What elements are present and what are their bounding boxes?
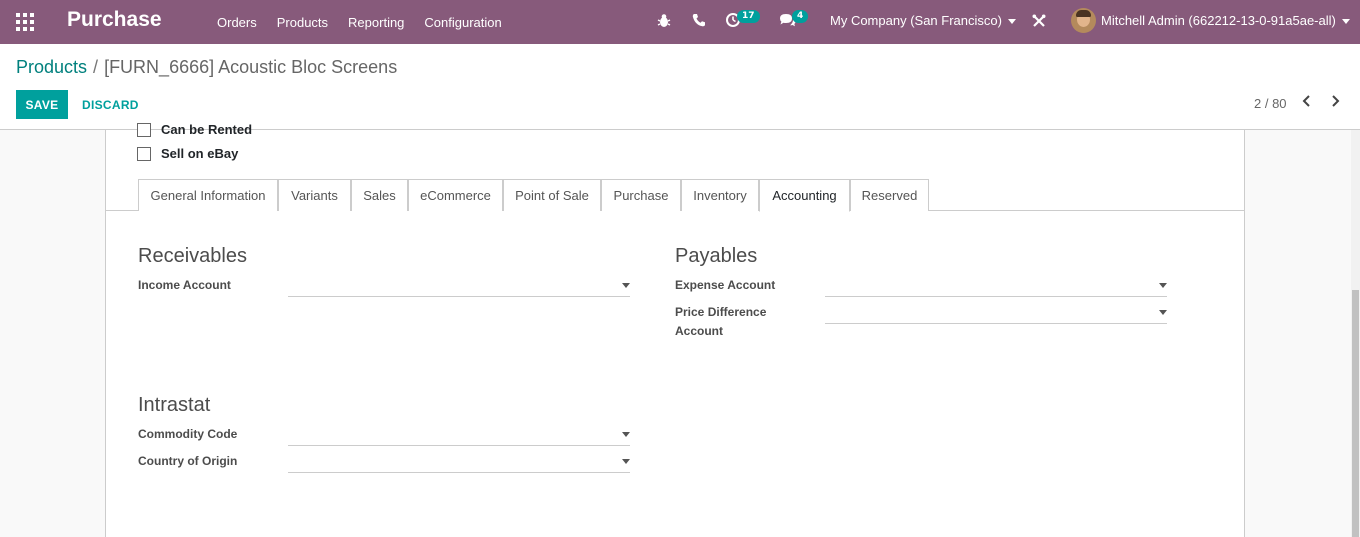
scrollbar[interactable] xyxy=(1351,130,1360,537)
control-panel: Products / [FURN_6666] Acoustic Bloc Scree… xyxy=(0,44,1360,130)
phone-icon[interactable] xyxy=(692,13,705,32)
activity-badge: 17 xyxy=(737,10,760,23)
receivables-title: Receivables xyxy=(138,245,247,267)
breadcrumb: Products / [FURN_6666] Acoustic Bloc Scree… xyxy=(16,57,397,78)
tab-reserved[interactable]: Reserved xyxy=(850,179,929,211)
tab-general-information[interactable]: General Information xyxy=(138,179,278,211)
checkbox-label: Sell on eBay xyxy=(161,146,239,161)
price-difference-label-line-2: Account xyxy=(675,324,723,338)
chevron-right-icon[interactable] xyxy=(1327,94,1343,112)
checkbox[interactable] xyxy=(137,146,151,161)
breadcrumb-separator: / xyxy=(93,57,99,77)
bug-icon[interactable] xyxy=(657,13,671,34)
menu-item-orders[interactable]: Orders xyxy=(207,15,267,30)
checkbox-label: Can be Rented xyxy=(161,122,253,137)
chevron-down-icon xyxy=(1007,19,1016,25)
company-name: My Company (San Francisco) xyxy=(830,13,1002,28)
menu-item-configuration[interactable]: Configuration xyxy=(414,15,511,30)
intrastat-title: Intrastat xyxy=(138,394,211,416)
company-switcher[interactable]: My Company (San Francisco) xyxy=(830,13,1016,28)
user-menu[interactable]: Mitchell Admin (662212-13-0-91a5ae-all) xyxy=(1101,13,1350,28)
tab-accounting[interactable]: Accounting xyxy=(759,179,850,212)
caret-down-icon[interactable] xyxy=(622,459,630,464)
caret-down-icon[interactable] xyxy=(1159,310,1167,315)
breadcrumb-products[interactable]: Products xyxy=(16,57,87,77)
tab-sales[interactable]: Sales xyxy=(351,179,408,211)
country-of-origin-field[interactable] xyxy=(288,453,630,473)
avatar[interactable] xyxy=(1071,8,1096,33)
caret-down-icon[interactable] xyxy=(622,283,630,288)
menu-item-reporting[interactable]: Reporting xyxy=(338,15,414,30)
checkbox[interactable] xyxy=(137,122,151,137)
app-title[interactable]: Purchase xyxy=(67,8,162,32)
caret-down-icon[interactable] xyxy=(1159,283,1167,288)
menu-item-products[interactable]: Products xyxy=(267,15,338,30)
main-menu: Orders Products Reporting Configuration xyxy=(207,0,512,44)
tab-purchase[interactable]: Purchase xyxy=(601,179,681,211)
chevron-left-icon[interactable] xyxy=(1299,94,1315,112)
notebook-tabs: General Information Variants Sales eComm… xyxy=(106,179,1244,212)
top-navbar: Purchase Orders Products Reporting Confi… xyxy=(0,0,1360,44)
country-of-origin-label: Country of Origin xyxy=(138,454,238,468)
messages-badge: 4 xyxy=(792,10,809,23)
discard-button[interactable]: DISCARD xyxy=(76,90,145,119)
apps-icon[interactable] xyxy=(16,13,34,31)
checkbox-can-be-rented[interactable]: Can be Rented xyxy=(137,122,252,137)
tab-ecommerce[interactable]: eCommerce xyxy=(408,179,503,211)
income-account-label: Income Account xyxy=(138,278,231,292)
price-difference-label-line-1: Price Difference xyxy=(675,305,767,319)
expense-account-field[interactable] xyxy=(825,277,1167,297)
tab-point-of-sale[interactable]: Point of Sale xyxy=(503,179,601,211)
income-account-field[interactable] xyxy=(288,277,630,297)
caret-down-icon[interactable] xyxy=(622,432,630,437)
tab-inventory[interactable]: Inventory xyxy=(681,179,759,211)
price-difference-label: Price Difference Account xyxy=(675,303,766,341)
checkbox-sell-on-ebay[interactable]: Sell on eBay xyxy=(137,146,238,161)
chevron-down-icon xyxy=(1341,19,1350,25)
tools-icon[interactable] xyxy=(1032,14,1046,33)
commodity-code-label: Commodity Code xyxy=(138,427,238,441)
commodity-code-field[interactable] xyxy=(288,426,630,446)
price-difference-account-field[interactable] xyxy=(825,304,1167,324)
scrollbar-thumb[interactable] xyxy=(1352,290,1359,537)
form-sheet: Can be Rented Sell on eBay General Infor… xyxy=(105,122,1245,537)
breadcrumb-current: [FURN_6666] Acoustic Bloc Screens xyxy=(104,57,398,77)
payables-title: Payables xyxy=(675,245,758,267)
pager-value: 2 / 80 xyxy=(1254,96,1287,111)
tab-variants[interactable]: Variants xyxy=(278,179,351,211)
save-button[interactable]: SAVE xyxy=(16,90,68,119)
expense-account-label: Expense Account xyxy=(675,278,776,292)
user-name: Mitchell Admin (662212-13-0-91a5ae-all) xyxy=(1101,13,1336,28)
